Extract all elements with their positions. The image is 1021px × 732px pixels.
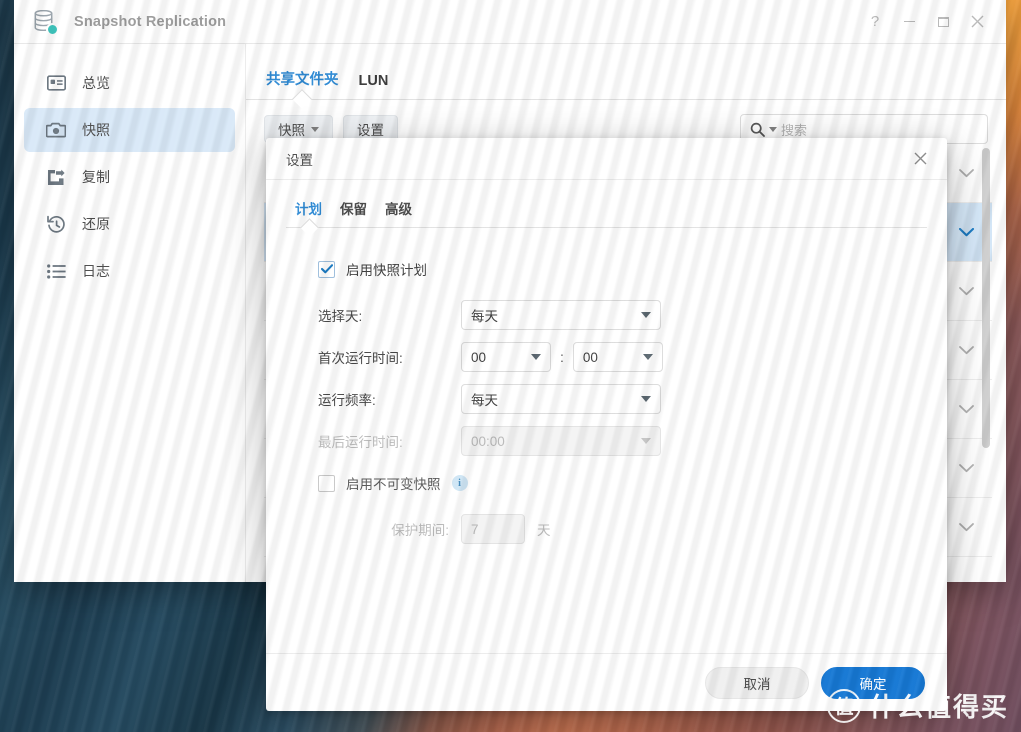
immutable-snapshot-checkbox[interactable] xyxy=(318,474,335,492)
sync-badge-icon xyxy=(46,22,59,36)
check-icon xyxy=(320,264,333,274)
chevron-down-icon xyxy=(531,354,541,360)
close-icon xyxy=(971,15,983,28)
help-button[interactable]: ? xyxy=(858,7,892,37)
minimize-icon xyxy=(903,21,915,22)
frequency-value: 每天 xyxy=(471,393,498,408)
enable-schedule-checkbox[interactable] xyxy=(318,260,335,278)
search-dropdown-caret-icon[interactable] xyxy=(769,126,777,132)
chevron-down-icon[interactable] xyxy=(959,581,974,582)
confirm-button[interactable]: 确定 xyxy=(821,666,925,699)
sidebar: 总览 快照 复制 还原 日志 xyxy=(14,44,246,582)
time-separator: : xyxy=(560,349,564,365)
tab-shared-folder[interactable]: 共享文件夹 xyxy=(256,68,349,100)
camera-icon xyxy=(46,120,66,140)
chevron-down-icon xyxy=(311,126,319,132)
sidebar-item-label: 总览 xyxy=(82,75,110,91)
enable-schedule-row: 启用快照计划 xyxy=(286,254,927,284)
select-day-row: 选择天: 每天 xyxy=(286,300,927,330)
sidebar-item-label: 日志 xyxy=(82,263,110,279)
info-icon[interactable]: i xyxy=(451,475,468,491)
select-day-dropdown[interactable]: 每天 xyxy=(461,300,661,330)
last-run-time-value: 00:00 xyxy=(471,433,505,449)
sidebar-item-snapshot[interactable]: 快照 xyxy=(24,108,235,152)
frequency-dropdown[interactable]: 每天 xyxy=(461,384,661,414)
immutable-snapshot-row: 启用不可变快照 i xyxy=(286,468,927,498)
chevron-down-icon xyxy=(642,354,653,360)
last-run-time-dropdown: 00:00 xyxy=(461,426,661,456)
tabs-underline xyxy=(246,99,1006,100)
search-placeholder: 搜索 xyxy=(781,122,808,138)
select-day-label: 选择天: xyxy=(318,309,363,324)
frequency-label: 运行频率: xyxy=(318,393,376,408)
sidebar-item-label: 还原 xyxy=(82,216,110,232)
dialog-close-button[interactable] xyxy=(907,146,933,172)
minimize-button[interactable] xyxy=(892,7,926,37)
last-run-time-row: 最后运行时间: 00:00 xyxy=(286,426,927,456)
first-run-minute-dropdown[interactable]: 00 xyxy=(572,342,663,372)
chevron-down-icon[interactable] xyxy=(959,286,974,296)
dialog-tabs-underline xyxy=(286,227,927,228)
replicate-arrow-icon xyxy=(46,167,66,187)
first-run-time-row: 首次运行时间: 00 : 00 xyxy=(286,342,927,372)
chevron-down-icon[interactable] xyxy=(959,463,974,473)
first-run-hour-value: 00 xyxy=(471,349,487,365)
chevron-down-icon xyxy=(641,312,651,318)
chevron-down-icon[interactable] xyxy=(959,168,974,178)
dialog-body: 启用快照计划 选择天: 每天 首次运行时间: 00 : 00 运行频率: 每天 … xyxy=(266,228,947,653)
immutable-snapshot-label: 启用不可变快照 xyxy=(346,477,441,492)
list-log-icon xyxy=(46,261,66,281)
list-scrollbar[interactable] xyxy=(982,148,990,578)
search-icon xyxy=(750,122,765,137)
database-stack-icon xyxy=(32,9,59,36)
tab-advanced[interactable]: 高级 xyxy=(376,198,421,228)
chevron-down-icon[interactable] xyxy=(959,345,974,355)
chevron-down-icon[interactable] xyxy=(959,522,974,532)
first-run-hour-dropdown[interactable]: 00 xyxy=(461,342,551,372)
maximize-button[interactable] xyxy=(926,7,960,37)
first-run-time-label: 首次运行时间: xyxy=(318,351,403,366)
first-run-minute-value: 00 xyxy=(582,349,598,365)
desktop-wallpaper: Snapshot Replication ? 总览 快照 复制 还原 日志 共享… xyxy=(0,0,1021,732)
sidebar-item-restore[interactable]: 还原 xyxy=(24,202,235,246)
chevron-down-icon xyxy=(641,396,651,402)
protection-period-label: 保护期间: xyxy=(391,523,449,538)
protection-period-input: 7 xyxy=(461,514,525,544)
app-title: Snapshot Replication xyxy=(74,13,227,30)
close-button[interactable] xyxy=(960,7,994,37)
overview-card-icon xyxy=(46,73,66,93)
select-day-value: 每天 xyxy=(471,309,498,324)
window-titlebar: Snapshot Replication ? xyxy=(14,0,1006,44)
dialog-footer: 取消 确定 xyxy=(266,653,947,711)
tab-schedule[interactable]: 计划 xyxy=(286,198,331,228)
restore-clock-icon xyxy=(46,214,66,234)
content-tabs: 共享文件夹 LUN xyxy=(246,56,1006,100)
protection-period-unit: 天 xyxy=(537,523,551,538)
settings-dialog: 设置 计划 保留 高级 启用快照计划 选择天: 每天 首次运行时间: 00: … xyxy=(266,138,947,711)
restore-icon xyxy=(937,16,949,27)
chevron-down-icon[interactable] xyxy=(959,227,974,237)
snapshot-menu-label: 快照 xyxy=(278,123,305,138)
sidebar-item-overview[interactable]: 总览 xyxy=(24,61,235,105)
enable-schedule-label: 启用快照计划 xyxy=(346,263,427,278)
sidebar-item-log[interactable]: 日志 xyxy=(24,249,235,293)
protection-period-row: 保护期间: 7 天 xyxy=(286,514,927,544)
close-icon xyxy=(914,152,926,165)
sidebar-item-label: 复制 xyxy=(82,169,110,185)
chevron-down-icon[interactable] xyxy=(959,404,974,414)
dialog-header: 设置 xyxy=(266,138,947,180)
sidebar-item-replicate[interactable]: 复制 xyxy=(24,155,235,199)
chevron-down-icon xyxy=(641,438,651,444)
tab-retention[interactable]: 保留 xyxy=(331,198,376,228)
last-run-time-label: 最后运行时间: xyxy=(318,435,403,450)
frequency-row: 运行频率: 每天 xyxy=(286,384,927,414)
dialog-title: 设置 xyxy=(286,152,313,168)
sidebar-item-label: 快照 xyxy=(82,122,110,138)
scrollbar-thumb[interactable] xyxy=(982,148,990,448)
window-controls: ? xyxy=(858,7,994,37)
cancel-button[interactable]: 取消 xyxy=(705,666,809,699)
tab-lun[interactable]: LUN xyxy=(349,73,399,100)
dialog-tabs: 计划 保留 高级 xyxy=(266,186,947,228)
